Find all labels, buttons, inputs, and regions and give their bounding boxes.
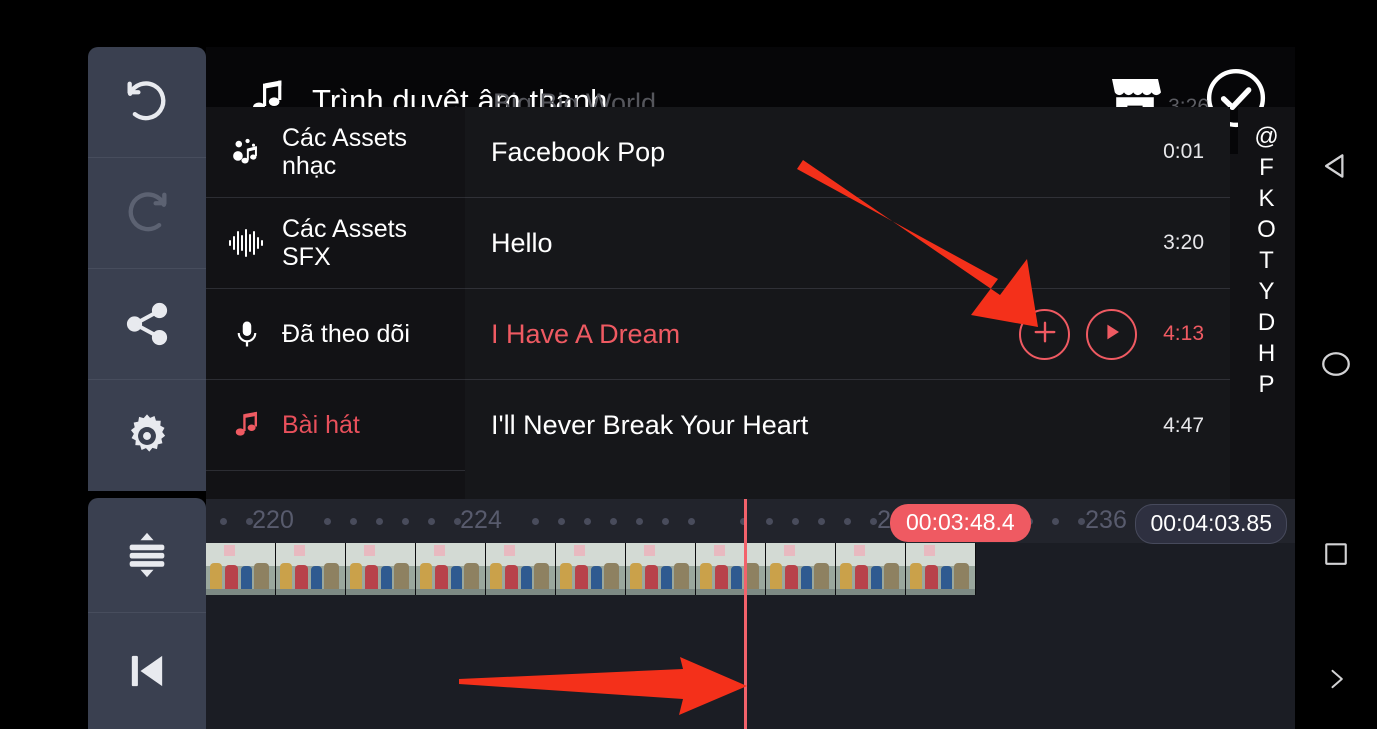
expand-tracks-button[interactable] [88, 498, 206, 613]
video-track-filmstrip[interactable] [206, 543, 1295, 595]
alpha-letter[interactable]: T [1259, 245, 1274, 276]
microphone-icon [228, 317, 266, 351]
alpha-letter[interactable]: Y [1258, 276, 1274, 307]
waveform-icon [228, 227, 266, 259]
song-row[interactable]: Hello 3:20 [465, 198, 1230, 289]
song-row[interactable]: Facebook Pop 0:01 [465, 107, 1230, 198]
alpha-letter[interactable]: H [1258, 338, 1275, 369]
menu-item-music-assets[interactable]: Các Assets nhạc [206, 107, 465, 198]
expand-tracks-icon [121, 529, 173, 581]
video-frame [346, 543, 416, 595]
home-circle-icon [1319, 347, 1353, 386]
music-assets-icon [228, 135, 266, 169]
song-row-selected[interactable]: I Have A Dream 4:13 [465, 289, 1230, 380]
alpha-letter[interactable]: D [1258, 307, 1275, 338]
gear-icon [122, 411, 172, 461]
song-row[interactable]: I'll Never Break Your Heart 4:47 [465, 380, 1230, 471]
ruler-label: 220 [252, 506, 294, 534]
share-icon [122, 299, 172, 349]
total-duration-badge[interactable]: 00:04:03.85 [1135, 504, 1287, 544]
tool-rail-top [88, 47, 206, 491]
tool-rail-bottom [88, 498, 206, 729]
video-frame [906, 543, 976, 595]
video-frame [696, 543, 766, 595]
recents-square-icon [1321, 539, 1351, 574]
song-title: Facebook Pop [491, 136, 666, 167]
song-row-actions [1019, 308, 1138, 360]
nav-recents-button[interactable] [1295, 528, 1377, 584]
menu-item-label: Đã theo dõi [282, 320, 410, 348]
song-duration: 4:13 [1163, 322, 1204, 345]
video-frame [766, 543, 836, 595]
song-duration: 4:47 [1163, 413, 1204, 437]
music-note-icon [228, 410, 266, 440]
app-root: Trình duyệt âm thanh Big Big World 3:26 [0, 0, 1377, 729]
menu-item-label: Bài hát [282, 411, 360, 439]
preview-play-button[interactable] [1086, 308, 1138, 360]
chevron-right-icon [1322, 665, 1350, 698]
video-frame [836, 543, 906, 595]
menu-item-songs[interactable]: Bài hát [206, 380, 465, 471]
video-frame [416, 543, 486, 595]
menu-item-recorded[interactable]: Đã theo dõi [206, 289, 465, 380]
playhead-time-badge: 00:03:48.4 [890, 504, 1031, 542]
song-title: Hello [491, 227, 553, 258]
play-icon [1100, 320, 1124, 349]
video-frame [556, 543, 626, 595]
undo-icon [121, 76, 173, 128]
skip-to-start-icon [121, 645, 173, 697]
alpha-letter[interactable]: K [1258, 183, 1274, 214]
menu-item-sfx-assets[interactable]: Các Assets SFX [206, 198, 465, 289]
back-triangle-icon [1319, 149, 1353, 188]
nav-back-button[interactable] [1295, 140, 1377, 196]
category-menu: Các Assets nhạc Các Assets SFX Đã theo d… [206, 107, 465, 499]
jump-to-start-button[interactable] [88, 613, 206, 728]
alpha-letter[interactable]: F [1259, 152, 1274, 183]
share-button[interactable] [88, 269, 206, 380]
alpha-letter[interactable]: O [1257, 214, 1276, 245]
alpha-letter[interactable]: P [1258, 369, 1274, 400]
add-icon [1030, 317, 1060, 352]
android-navigation-bar [1295, 0, 1377, 729]
undo-button[interactable] [88, 47, 206, 158]
song-duration: 3:20 [1163, 231, 1204, 254]
add-to-timeline-button[interactable] [1019, 308, 1071, 360]
redo-button[interactable] [88, 158, 206, 269]
alphabet-scroll-index[interactable]: @ F K O T Y D H P [1238, 107, 1295, 499]
timeline-ruler[interactable]: 220 224 232 236 00:03:48.4 00:04:03.85 [206, 499, 1295, 544]
alpha-letter[interactable]: @ [1254, 121, 1278, 152]
timeline[interactable]: 220 224 232 236 00:03:48.4 00:04:03.85 [206, 499, 1295, 729]
ruler-label: 236 [1085, 506, 1127, 534]
video-frame [206, 543, 276, 595]
video-frame [486, 543, 556, 595]
redo-icon [121, 187, 173, 239]
video-frame [626, 543, 696, 595]
nav-home-button[interactable] [1295, 338, 1377, 394]
song-duration: 0:01 [1163, 140, 1204, 163]
menu-item-label: Các Assets nhạc [282, 124, 408, 180]
menu-item-label: Các Assets SFX [282, 215, 408, 271]
playhead[interactable] [744, 499, 747, 729]
song-title: I Have A Dream [491, 318, 681, 349]
ruler-label: 224 [460, 506, 502, 534]
settings-button[interactable] [88, 380, 206, 491]
video-frame [276, 543, 346, 595]
song-list[interactable]: Facebook Pop 0:01 Hello 3:20 I Have A Dr… [465, 107, 1230, 499]
nav-expand-button[interactable] [1295, 658, 1377, 704]
song-title: I'll Never Break Your Heart [491, 410, 809, 440]
